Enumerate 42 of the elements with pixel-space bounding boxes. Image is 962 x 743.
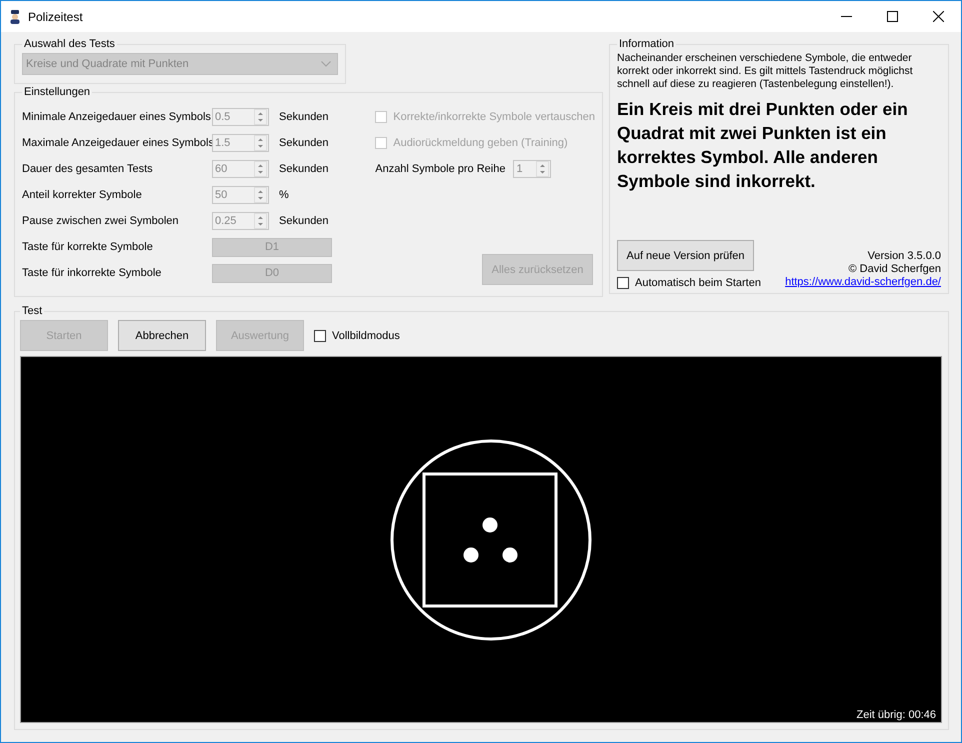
group-title: Einstellungen: [23, 86, 92, 98]
unit-label: Sekunden: [279, 163, 329, 175]
rule-text: Ein Kreis mit drei Punkten oder ein Quadrat mit zwei Punkten ist ein korrektes Symbol. Alle anderen Symbole sind inkorrekt.: [617, 98, 909, 193]
up-down-arrows-icon: [536, 161, 550, 177]
up-down-arrows-icon: [254, 187, 267, 203]
setting-label: Pause zwischen zwei Symbolen: [22, 215, 180, 227]
group-title: Test: [21, 305, 44, 317]
up-down-arrows-icon: [254, 161, 267, 177]
setting-label: Maximale Anzeigedauer eines Symbols: [22, 137, 212, 149]
update-check-button[interactable]: Auf neue Version prüfen: [617, 240, 754, 271]
setting-label: Anteil korrekter Symbole: [22, 189, 143, 201]
unit-label: Sekunden: [279, 215, 329, 227]
unit-label: Sekunden: [279, 137, 329, 149]
unit-label: %: [279, 189, 289, 201]
setting-label: Minimale Anzeigedauer eines Symbols: [22, 111, 212, 123]
group-title: Information: [618, 38, 676, 50]
unit-label: Sekunden: [279, 111, 329, 123]
version-text: Version 3.5.0.0: [868, 250, 941, 263]
checkbox-label: Vollbildmodus: [332, 330, 400, 342]
checkbox-label: Audiorückmeldung geben (Training): [393, 137, 568, 149]
up-down-arrows-icon: [254, 109, 267, 125]
checkbox-label: Korrekte/inkorrekte Symbole vertauschen: [393, 111, 595, 123]
setting-label: Taste für korrekte Symbole: [22, 241, 154, 253]
website-link[interactable]: https://www.david-scherfgen.de/: [785, 276, 941, 289]
setting-label: Dauer des gesamten Tests: [22, 163, 154, 175]
checkbox[interactable]: [617, 277, 629, 289]
maximize-icon: [886, 11, 898, 22]
up-down-arrows-icon: [254, 213, 267, 229]
window-title: Polizeitest: [28, 10, 83, 24]
checkbox[interactable]: [314, 330, 326, 342]
setting-label: Anzahl Symbole pro Reihe: [375, 163, 506, 175]
test-button[interactable]: Abbrechen: [118, 320, 206, 351]
police-officer-icon: [10, 10, 20, 24]
time-remaining-text: Zeit übrig: 00:46: [856, 709, 936, 721]
description-text: Nacheinander erscheinen verschiedene Symbole, die entweder korrekt oder inkorrekt sind. Es gilt mittels Tastendruck möglichst schnell auf diese zu reagieren (Tastenbelegung einstellen!).: [617, 52, 914, 91]
group-title: Auswahl des Tests: [23, 38, 116, 50]
copyright-text: © David Scherfgen: [848, 263, 941, 276]
checkbox-label: Automatisch beim Starten: [635, 277, 761, 289]
chevron-down-icon: [321, 61, 331, 67]
up-down-arrows-icon: [254, 135, 267, 151]
setting-label: Taste für inkorrekte Symbole: [22, 267, 162, 279]
close-icon: [932, 11, 944, 22]
